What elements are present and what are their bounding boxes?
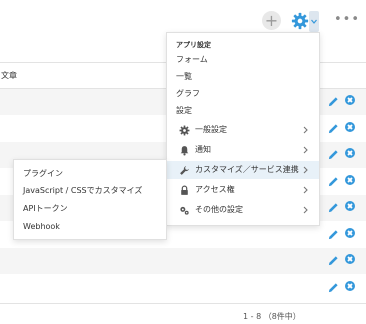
menu-item-general-settings[interactable]: 一般設定 <box>167 121 319 139</box>
menu-item-form[interactable]: フォーム <box>167 51 319 69</box>
chevron-down-icon <box>311 19 317 24</box>
pencil-icon[interactable] <box>328 96 339 107</box>
row-actions <box>328 248 358 274</box>
menu-heading: アプリ設定 <box>176 41 211 49</box>
menu-item-permissions[interactable]: アクセス権 <box>167 181 319 199</box>
gears-icon <box>180 206 189 215</box>
menu-item-label: 一般設定 <box>195 125 227 134</box>
menu-item-label: グラフ <box>176 89 200 98</box>
pencil-icon[interactable] <box>328 229 339 240</box>
menu-item-customize[interactable]: カスタマイズ／サービス連携 <box>167 161 319 179</box>
menu-item-label: フォーム <box>176 55 208 64</box>
delete-icon[interactable] <box>345 254 355 264</box>
menu-item-notifications[interactable]: 通知 <box>167 141 319 159</box>
menu-item-label: アクセス権 <box>195 185 235 194</box>
bell-icon <box>180 146 189 156</box>
delete-icon[interactable] <box>345 95 355 105</box>
add-record-button[interactable]: + <box>262 11 281 30</box>
row-actions <box>328 142 358 168</box>
pencil-icon[interactable] <box>328 282 339 293</box>
chevron-right-icon <box>303 146 308 154</box>
submenu-item-js-css[interactable]: JavaScript / CSSでカスタマイズ <box>23 185 142 197</box>
pencil-icon[interactable] <box>328 255 339 266</box>
table-row[interactable] <box>0 248 366 274</box>
menu-item-settings[interactable]: 設定 <box>167 102 319 120</box>
gear-icon <box>291 12 309 30</box>
menu-item-label: 一覧 <box>176 72 192 81</box>
row-actions <box>328 195 358 221</box>
pencil-icon[interactable] <box>328 176 339 187</box>
row-actions <box>328 275 358 301</box>
delete-icon[interactable] <box>345 121 355 132</box>
row-actions <box>328 116 358 142</box>
menu-item-graph[interactable]: グラフ <box>167 85 319 103</box>
app-settings-menu: アプリ設定 フォーム 一覧 グラフ 設定 一般設定 通知 カスタマイズ／サービス… <box>166 32 320 226</box>
menu-item-list[interactable]: 一覧 <box>167 68 319 86</box>
submenu-item-webhook[interactable]: Webhook <box>23 221 60 233</box>
submenu-item-plugins[interactable]: プラグイン <box>23 168 63 180</box>
delete-icon[interactable] <box>345 201 355 211</box>
delete-icon[interactable] <box>345 280 355 291</box>
delete-icon[interactable] <box>345 174 355 185</box>
chevron-right-icon <box>303 166 308 174</box>
footer-divider <box>0 303 366 304</box>
gear-icon <box>179 125 190 136</box>
chevron-right-icon <box>303 186 308 194</box>
customize-submenu: プラグイン JavaScript / CSSでカスタマイズ APIトークン We… <box>13 159 167 240</box>
column-header[interactable]: 文章 <box>1 70 17 81</box>
more-options-button[interactable]: ••• <box>334 13 360 27</box>
app-settings-button[interactable] <box>291 12 309 30</box>
submenu-item-api-token[interactable]: APIトークン <box>23 203 68 215</box>
menu-item-label: 設定 <box>176 106 192 115</box>
menu-item-label: カスタマイズ／サービス連携 <box>195 165 299 174</box>
chevron-right-icon <box>303 206 308 214</box>
row-actions <box>328 89 358 115</box>
lock-icon <box>181 185 188 195</box>
pagination-info: 1 - 8 （8件中） <box>243 312 301 321</box>
table-row[interactable] <box>0 275 366 301</box>
menu-item-label: 通知 <box>195 145 211 154</box>
delete-icon[interactable] <box>345 227 355 238</box>
chevron-right-icon <box>303 126 308 134</box>
settings-dropdown-button[interactable] <box>309 11 319 32</box>
menu-item-other-settings[interactable]: その他の設定 <box>167 201 319 219</box>
pencil-icon[interactable] <box>328 123 339 134</box>
pencil-icon[interactable] <box>328 149 339 160</box>
delete-icon[interactable] <box>345 148 355 158</box>
menu-item-label: その他の設定 <box>195 205 243 214</box>
row-actions <box>328 222 358 248</box>
wrench-icon <box>180 166 189 175</box>
row-actions <box>328 169 358 195</box>
pencil-icon[interactable] <box>328 202 339 213</box>
